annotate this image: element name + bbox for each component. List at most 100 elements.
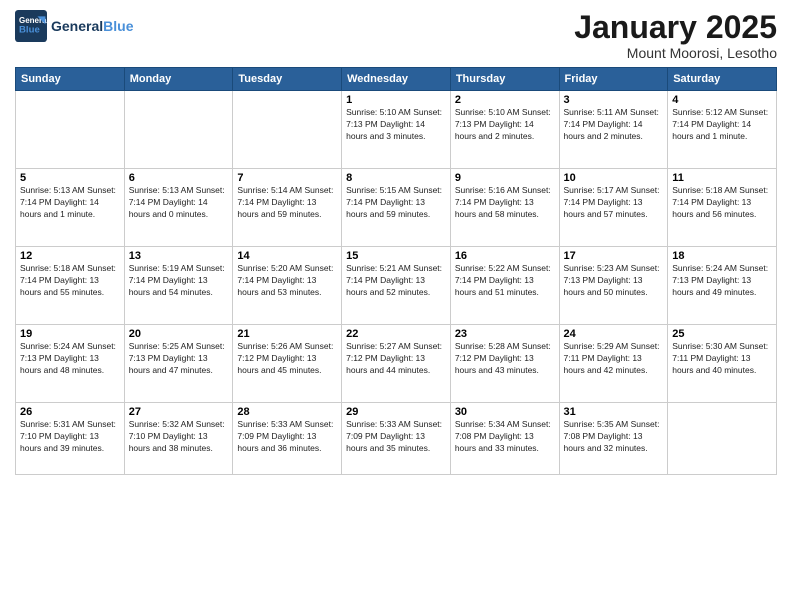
header-tuesday: Tuesday (233, 68, 342, 91)
day-number: 17 (564, 250, 664, 262)
logo-line1: General (51, 18, 103, 34)
day-info: Sunrise: 5:28 AM Sunset: 7:12 PM Dayligh… (455, 341, 555, 377)
day-info: Sunrise: 5:13 AM Sunset: 7:14 PM Dayligh… (129, 185, 229, 221)
table-row (668, 403, 777, 475)
table-row: 15Sunrise: 5:21 AM Sunset: 7:14 PM Dayli… (342, 247, 451, 325)
table-row: 10Sunrise: 5:17 AM Sunset: 7:14 PM Dayli… (559, 169, 668, 247)
table-row: 27Sunrise: 5:32 AM Sunset: 7:10 PM Dayli… (124, 403, 233, 475)
day-number: 2 (455, 94, 555, 106)
calendar-header-row: Sunday Monday Tuesday Wednesday Thursday… (16, 68, 777, 91)
day-info: Sunrise: 5:23 AM Sunset: 7:13 PM Dayligh… (564, 263, 664, 299)
day-number: 1 (346, 94, 446, 106)
header-wednesday: Wednesday (342, 68, 451, 91)
day-number: 6 (129, 172, 229, 184)
day-number: 20 (129, 328, 229, 340)
month-title: January 2025 (574, 10, 777, 45)
day-info: Sunrise: 5:12 AM Sunset: 7:14 PM Dayligh… (672, 107, 772, 143)
table-row: 9Sunrise: 5:16 AM Sunset: 7:14 PM Daylig… (450, 169, 559, 247)
day-number: 26 (20, 406, 120, 418)
day-info: Sunrise: 5:15 AM Sunset: 7:14 PM Dayligh… (346, 185, 446, 221)
day-number: 15 (346, 250, 446, 262)
day-info: Sunrise: 5:13 AM Sunset: 7:14 PM Dayligh… (20, 185, 120, 221)
day-number: 7 (237, 172, 337, 184)
table-row: 25Sunrise: 5:30 AM Sunset: 7:11 PM Dayli… (668, 325, 777, 403)
header-monday: Monday (124, 68, 233, 91)
day-number: 13 (129, 250, 229, 262)
day-info: Sunrise: 5:19 AM Sunset: 7:14 PM Dayligh… (129, 263, 229, 299)
day-info: Sunrise: 5:24 AM Sunset: 7:13 PM Dayligh… (672, 263, 772, 299)
day-number: 5 (20, 172, 120, 184)
header: General Blue GeneralBlue January 2025 Mo… (15, 10, 777, 61)
day-number: 29 (346, 406, 446, 418)
logo-text: GeneralBlue (51, 18, 133, 35)
table-row: 14Sunrise: 5:20 AM Sunset: 7:14 PM Dayli… (233, 247, 342, 325)
day-info: Sunrise: 5:26 AM Sunset: 7:12 PM Dayligh… (237, 341, 337, 377)
day-info: Sunrise: 5:21 AM Sunset: 7:14 PM Dayligh… (346, 263, 446, 299)
header-saturday: Saturday (668, 68, 777, 91)
header-friday: Friday (559, 68, 668, 91)
table-row: 1Sunrise: 5:10 AM Sunset: 7:13 PM Daylig… (342, 91, 451, 169)
table-row: 29Sunrise: 5:33 AM Sunset: 7:09 PM Dayli… (342, 403, 451, 475)
calendar-body: 1 Sunrise: 5:10 AM Sunset: 7:13 PM Daylig… (16, 91, 777, 475)
header-thursday: Thursday (450, 68, 559, 91)
day-number: 22 (346, 328, 446, 340)
day-info: Sunrise: 5:30 AM Sunset: 7:11 PM Dayligh… (672, 341, 772, 377)
calendar-table: Sunday Monday Tuesday Wednesday Thursday… (15, 67, 777, 475)
logo-icon: General Blue (15, 10, 47, 42)
table-row: 2Sunrise: 5:10 AM Sunset: 7:13 PM Daylig… (450, 91, 559, 169)
day-number: 31 (564, 406, 664, 418)
table-row: 31Sunrise: 5:35 AM Sunset: 7:08 PM Dayli… (559, 403, 668, 475)
table-row: 26Sunrise: 5:31 AM Sunset: 7:10 PM Dayli… (16, 403, 125, 475)
day-info: Sunrise: 5:33 AM Sunset: 7:09 PM Dayligh… (346, 419, 446, 455)
day-info: Sunrise: 5:25 AM Sunset: 7:13 PM Dayligh… (129, 341, 229, 377)
table-row: 18Sunrise: 5:24 AM Sunset: 7:13 PM Dayli… (668, 247, 777, 325)
day-number: 24 (564, 328, 664, 340)
day-number: 9 (455, 172, 555, 184)
day-number: 11 (672, 172, 772, 184)
day-info: Sunrise: 5:20 AM Sunset: 7:14 PM Dayligh… (237, 263, 337, 299)
day-number: 30 (455, 406, 555, 418)
table-row: 17Sunrise: 5:23 AM Sunset: 7:13 PM Dayli… (559, 247, 668, 325)
table-row: 24Sunrise: 5:29 AM Sunset: 7:11 PM Dayli… (559, 325, 668, 403)
header-sunday: Sunday (16, 68, 125, 91)
day-number: 4 (672, 94, 772, 106)
table-row: 4Sunrise: 5:12 AM Sunset: 7:14 PM Daylig… (668, 91, 777, 169)
day-number: 19 (20, 328, 120, 340)
day-number: 16 (455, 250, 555, 262)
table-row: 30Sunrise: 5:34 AM Sunset: 7:08 PM Dayli… (450, 403, 559, 475)
day-number: 27 (129, 406, 229, 418)
day-number: 28 (237, 406, 337, 418)
day-info: Sunrise: 5:22 AM Sunset: 7:14 PM Dayligh… (455, 263, 555, 299)
day-info: Sunrise: 5:18 AM Sunset: 7:14 PM Dayligh… (20, 263, 120, 299)
table-row: 6Sunrise: 5:13 AM Sunset: 7:14 PM Daylig… (124, 169, 233, 247)
day-info: Sunrise: 5:17 AM Sunset: 7:14 PM Dayligh… (564, 185, 664, 221)
table-row: 5Sunrise: 5:13 AM Sunset: 7:14 PM Daylig… (16, 169, 125, 247)
table-row: 22Sunrise: 5:27 AM Sunset: 7:12 PM Dayli… (342, 325, 451, 403)
location: Mount Moorosi, Lesotho (574, 45, 777, 61)
day-info: Sunrise: 5:29 AM Sunset: 7:11 PM Dayligh… (564, 341, 664, 377)
day-info: Sunrise: 5:18 AM Sunset: 7:14 PM Dayligh… (672, 185, 772, 221)
page-container: General Blue GeneralBlue January 2025 Mo… (0, 0, 792, 485)
day-number: 14 (237, 250, 337, 262)
day-info: Sunrise: 5:31 AM Sunset: 7:10 PM Dayligh… (20, 419, 120, 455)
day-number: 3 (564, 94, 664, 106)
table-row: 11Sunrise: 5:18 AM Sunset: 7:14 PM Dayli… (668, 169, 777, 247)
day-number: 10 (564, 172, 664, 184)
day-info: Sunrise: 5:14 AM Sunset: 7:14 PM Dayligh… (237, 185, 337, 221)
day-info: Sunrise: 5:10 AM Sunset: 7:13 PM Dayligh… (455, 107, 555, 143)
table-row: 21Sunrise: 5:26 AM Sunset: 7:12 PM Dayli… (233, 325, 342, 403)
svg-text:Blue: Blue (19, 24, 40, 35)
table-row (16, 91, 125, 169)
day-info: Sunrise: 5:27 AM Sunset: 7:12 PM Dayligh… (346, 341, 446, 377)
table-row: 13Sunrise: 5:19 AM Sunset: 7:14 PM Dayli… (124, 247, 233, 325)
day-info: Sunrise: 5:33 AM Sunset: 7:09 PM Dayligh… (237, 419, 337, 455)
table-row: 3Sunrise: 5:11 AM Sunset: 7:14 PM Daylig… (559, 91, 668, 169)
table-row: 16Sunrise: 5:22 AM Sunset: 7:14 PM Dayli… (450, 247, 559, 325)
table-row: 20Sunrise: 5:25 AM Sunset: 7:13 PM Dayli… (124, 325, 233, 403)
day-info: Sunrise: 5:32 AM Sunset: 7:10 PM Dayligh… (129, 419, 229, 455)
day-info: Sunrise: 5:35 AM Sunset: 7:08 PM Dayligh… (564, 419, 664, 455)
logo-line2: Blue (103, 18, 133, 34)
day-number: 18 (672, 250, 772, 262)
day-number: 12 (20, 250, 120, 262)
table-row: 28Sunrise: 5:33 AM Sunset: 7:09 PM Dayli… (233, 403, 342, 475)
